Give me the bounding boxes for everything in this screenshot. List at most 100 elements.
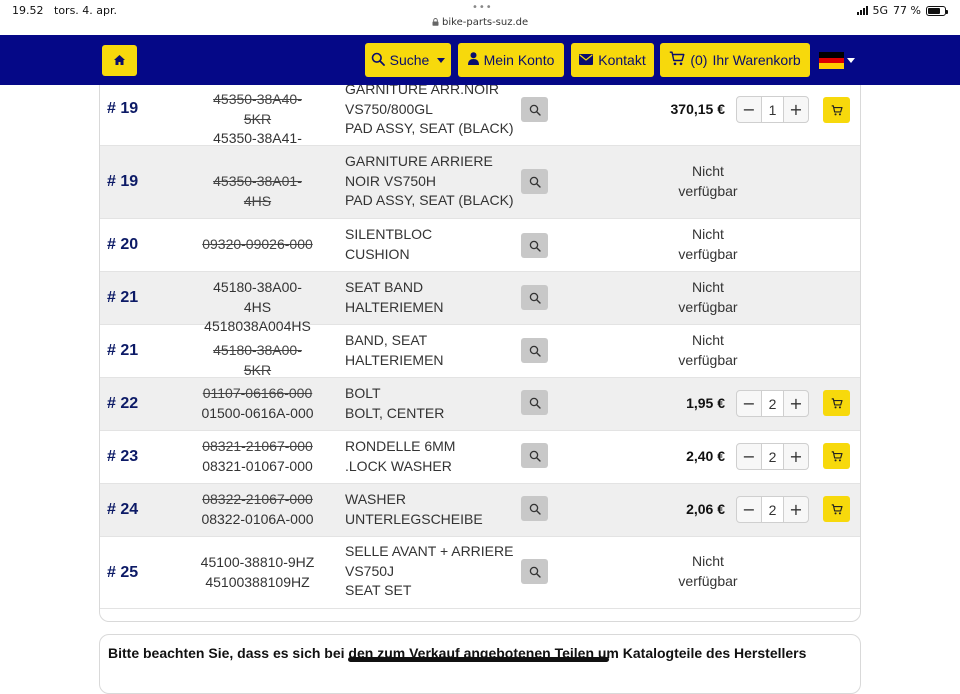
position-number: # 25 (107, 564, 139, 581)
availability-line: verfügbar (678, 298, 738, 315)
part-number: 45180-38A00-5KR (200, 341, 315, 380)
part-number: 45100-38810-9HZ 45100388109HZ (200, 553, 315, 592)
language-chevron-down-icon[interactable] (847, 58, 855, 63)
zoom-button[interactable] (521, 285, 548, 310)
add-to-cart-button[interactable] (823, 496, 850, 522)
zoom-button[interactable] (521, 169, 548, 194)
part-number-new: 08322-0106A-000 (201, 510, 314, 527)
increase-button[interactable]: + (784, 391, 808, 416)
zoom-button[interactable] (521, 559, 548, 584)
chevron-down-icon (437, 57, 446, 63)
multitasking-dots[interactable]: ••• (472, 2, 493, 13)
parts-table: # 19 45350-38A40-5KR 45350-38A41-5KR GAR… (99, 85, 861, 622)
account-button[interactable]: Mein Konto (458, 43, 564, 77)
availability-status: Nicht verfügbar (648, 278, 768, 317)
part-number-old: 08321-21067-000 (202, 438, 313, 454)
envelope-icon (579, 52, 594, 68)
quantity-stepper[interactable]: − 2 + (736, 443, 809, 470)
part-number: 08321-21067-000 08321-01067-000 (200, 437, 315, 476)
price: 1,95 € (686, 395, 725, 411)
zoom-button[interactable] (521, 233, 548, 258)
description-line: VS750/800GL (345, 100, 433, 117)
decrease-button[interactable]: − (737, 97, 761, 122)
search-icon (529, 566, 541, 578)
table-row: # 25 45100-38810-9HZ 45100388109HZ SELLE… (100, 537, 860, 609)
status-right: 5G 77 % (856, 4, 948, 17)
part-description: SEAT BAND HALTERIEMEN (345, 278, 525, 317)
part-number: 08322-21067-000 08322-0106A-000 (200, 490, 315, 529)
increase-button[interactable]: + (784, 97, 808, 122)
zoom-button[interactable] (521, 97, 548, 122)
add-to-cart-button[interactable] (823, 97, 850, 123)
description-line: CUSHION (345, 245, 410, 262)
cart-icon (669, 51, 685, 69)
decrease-button[interactable]: − (737, 497, 761, 522)
home-button[interactable] (102, 45, 137, 76)
search-icon (529, 292, 541, 304)
german-flag-icon[interactable] (819, 52, 844, 69)
contact-button[interactable]: Kontakt (571, 43, 654, 77)
search-dropdown-button[interactable]: Suche (365, 43, 451, 77)
table-row: # 22 01107-06166-000 01500-0616A-000 BOL… (100, 378, 860, 431)
home-indicator[interactable] (348, 657, 609, 662)
network-label: 5G (872, 4, 889, 17)
zoom-button[interactable] (521, 338, 548, 363)
availability-line: verfügbar (678, 351, 738, 368)
part-number-alt: 45100388109HZ (205, 573, 310, 590)
position-number: # 21 (107, 289, 139, 306)
part-number: 45350-38A01-4HS (200, 172, 315, 211)
availability-line: Nicht (692, 163, 724, 179)
part-description: GARNITURE ARRIERE NOIR VS750H PAD ASSY, … (345, 152, 525, 211)
position-number: # 22 (107, 395, 139, 412)
zoom-button[interactable] (521, 390, 548, 415)
zoom-button[interactable] (521, 443, 548, 468)
signal-icon (856, 6, 868, 15)
table-row: # 21 45180-38A00-4HS 4518038A004HS SEAT … (100, 272, 860, 334)
quantity-value[interactable]: 2 (761, 391, 784, 416)
add-to-cart-button[interactable] (823, 390, 850, 416)
part-number-old: 01107-06166-000 (202, 385, 313, 401)
description-line: PAD ASSY, SEAT (BLACK) (345, 192, 514, 208)
contact-label: Kontakt (598, 52, 646, 68)
description-line: BOLT, CENTER (345, 404, 445, 421)
status-time: 19.52 tors. 4. apr. (12, 4, 118, 17)
availability-line: verfügbar (678, 245, 738, 262)
url-bar[interactable]: bike-parts-suz.de (0, 17, 960, 28)
availability-line: Nicht (692, 226, 724, 242)
quantity-stepper[interactable]: − 1 + (736, 96, 809, 123)
quantity-value[interactable]: 2 (761, 444, 784, 469)
part-description: BAND, SEAT HALTERIEMEN (345, 331, 525, 370)
zoom-button[interactable] (521, 496, 548, 521)
home-icon (113, 53, 126, 69)
decrease-button[interactable]: − (737, 444, 761, 469)
add-to-cart-button[interactable] (823, 443, 850, 469)
quantity-stepper[interactable]: − 2 + (736, 496, 809, 523)
availability-line: Nicht (692, 279, 724, 295)
description-line: .LOCK WASHER (345, 457, 452, 474)
part-number-old: 08322-21067-000 (202, 491, 313, 507)
cart-button[interactable]: (0) Ihr Warenkorb (660, 43, 810, 77)
position-number: # 21 (107, 342, 139, 359)
decrease-button[interactable]: − (737, 391, 761, 416)
table-row: # 24 08322-21067-000 08322-0106A-000 WAS… (100, 484, 860, 537)
increase-button[interactable]: + (784, 497, 808, 522)
part-description: SILENTBLOC CUSHION (345, 225, 525, 264)
increase-button[interactable]: + (784, 444, 808, 469)
price: 2,40 € (686, 448, 725, 464)
price: 370,15 € (670, 101, 726, 117)
position-number: # 19 (107, 100, 139, 117)
quantity-stepper[interactable]: − 2 + (736, 390, 809, 417)
description-line: BOLT (345, 385, 381, 401)
search-icon (529, 104, 541, 116)
availability-line: Nicht (692, 332, 724, 348)
quantity-value[interactable]: 2 (761, 497, 784, 522)
quantity-value[interactable]: 1 (761, 97, 784, 122)
part-number-new: 45100-38810-9HZ (200, 554, 315, 570)
cart-icon (831, 450, 843, 461)
position-number: # 23 (107, 448, 139, 465)
part-number-old: 09320-09026-000 (202, 236, 313, 252)
table-row: # 19 45350-38A40-5KR 45350-38A41-5KR GAR… (100, 85, 860, 166)
position-number: # 24 (107, 501, 139, 518)
description-line: UNTERLEGSCHEIBE (345, 510, 483, 527)
cart-label: Ihr Warenkorb (712, 52, 801, 68)
